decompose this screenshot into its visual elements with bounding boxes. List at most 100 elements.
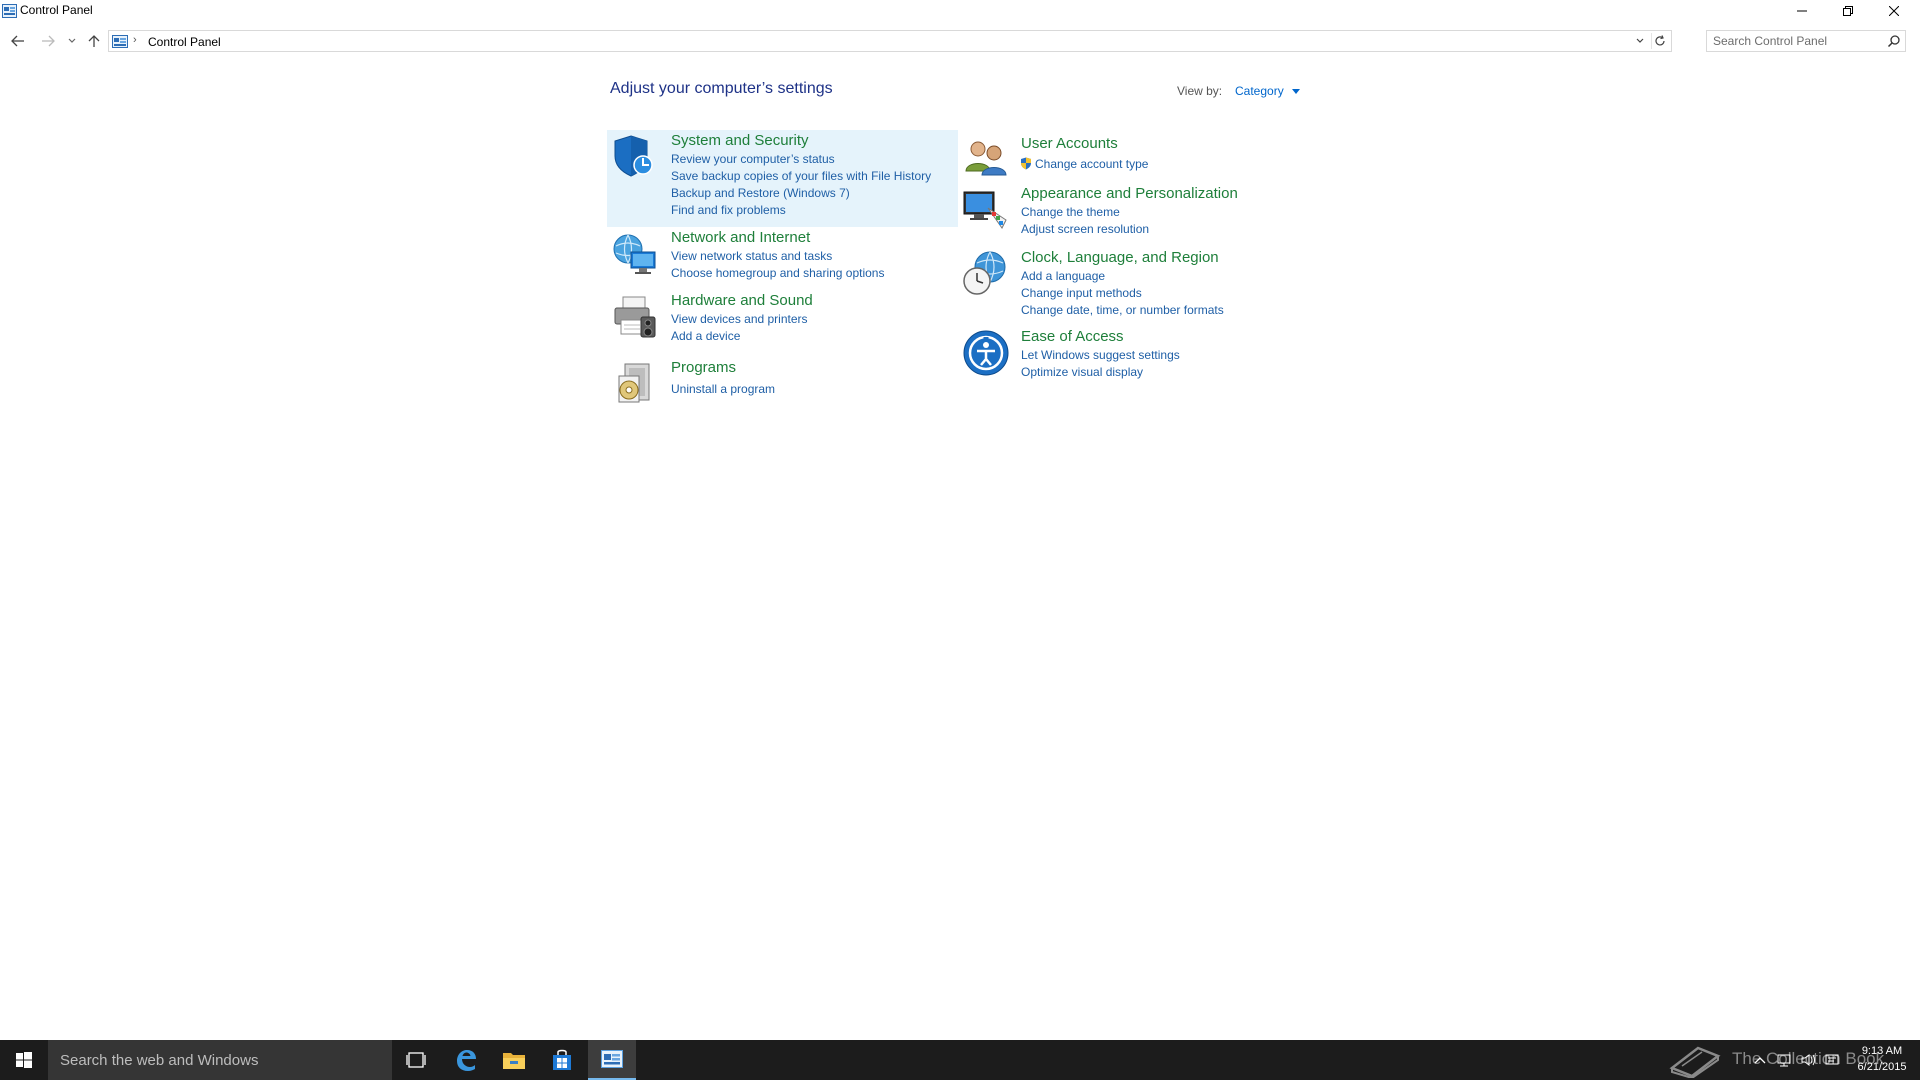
printer-speaker-icon (614, 296, 656, 338)
search-input[interactable] (1713, 33, 1883, 49)
system-security-shield-icon (614, 135, 653, 177)
address-history-dropdown[interactable] (1633, 34, 1647, 48)
category-title[interactable]: Programs (671, 359, 736, 376)
category-link[interactable]: Add a device (671, 329, 740, 343)
category-title[interactable]: Network and Internet (671, 229, 810, 246)
clock-globe-icon (963, 251, 1006, 295)
chevron-down-icon (1636, 38, 1644, 43)
view-by-value: Category (1235, 84, 1284, 98)
category-link[interactable]: Let Windows suggest settings (1021, 348, 1180, 362)
clock-time: 9:13 AM (1861, 1045, 1903, 1057)
category-ease-of-access[interactable]: Ease of Access Let Windows suggest setti… (958, 327, 1309, 383)
view-by-label: View by: (1177, 84, 1223, 98)
category-link[interactable]: Add a language (1021, 269, 1105, 283)
folder-icon (503, 1053, 525, 1069)
breadcrumb-control-panel[interactable]: Control Panel (148, 35, 221, 49)
arrow-up-icon (88, 35, 100, 47)
restore-button[interactable] (1825, 0, 1871, 22)
category-link[interactable]: Review your computer’s status (671, 152, 835, 166)
category-link[interactable]: Change date, time, or number formats (1021, 303, 1224, 317)
view-by-dropdown[interactable]: Category (1224, 79, 1313, 102)
network-icon[interactable] (1776, 1053, 1792, 1067)
search-icon[interactable] (1887, 34, 1901, 48)
category-link[interactable]: Change input methods (1021, 286, 1142, 300)
chevron-up-icon[interactable] (1752, 1053, 1768, 1067)
category-clock-language-region[interactable]: Clock, Language, and Region Add a langua… (958, 247, 1309, 319)
category-link[interactable]: Adjust screen resolution (1021, 222, 1149, 236)
category-link[interactable]: Save backup copies of your files with Fi… (671, 169, 931, 183)
category-link[interactable]: Choose homegroup and sharing options (671, 266, 884, 280)
category-title[interactable]: User Accounts (1021, 135, 1118, 152)
category-link[interactable]: Change the theme (1021, 205, 1120, 219)
taskbar-search-text[interactable]: Search the web and Windows (60, 1052, 258, 1069)
category-title[interactable]: Hardware and Sound (671, 292, 813, 309)
recent-locations-button[interactable] (62, 31, 82, 51)
arrow-right-icon (42, 35, 55, 47)
back-button[interactable] (8, 31, 28, 51)
close-button[interactable] (1871, 0, 1917, 22)
refresh-button[interactable] (1651, 33, 1667, 49)
edge-icon (457, 1050, 476, 1071)
category-link[interactable]: Backup and Restore (Windows 7) (671, 186, 850, 200)
control-panel-taskbar-button[interactable] (588, 1040, 636, 1080)
change-account-type-link-text[interactable]: Change account type (1035, 157, 1148, 171)
restore-icon (1843, 6, 1853, 16)
window-title: Control Panel (20, 3, 93, 17)
breadcrumb-separator-icon[interactable]: › (133, 34, 137, 46)
monitor-palette-icon (963, 191, 1007, 229)
network-globe-icon (613, 234, 656, 274)
forward-button[interactable] (38, 31, 58, 51)
category-user-accounts[interactable]: User Accounts Change account type (958, 133, 1309, 179)
file-explorer-button[interactable] (490, 1040, 538, 1080)
category-hardware-and-sound[interactable]: Hardware and Sound View devices and prin… (607, 291, 958, 347)
uac-shield-icon (1021, 157, 1031, 170)
control-panel-icon (601, 1050, 623, 1068)
taskbar-search-box[interactable]: Search the web and Windows (48, 1040, 392, 1080)
category-title[interactable]: Appearance and Personalization (1021, 185, 1238, 202)
control-panel-location-icon (112, 35, 128, 48)
refresh-icon (1654, 35, 1665, 46)
windows-logo-icon (16, 1052, 32, 1068)
category-link[interactable]: View network status and tasks (671, 249, 832, 263)
dropdown-arrow-icon (1291, 89, 1300, 94)
title-bar: Control Panel (0, 0, 1920, 22)
store-bag-icon (553, 1049, 571, 1070)
minimize-icon (1797, 10, 1807, 12)
up-button[interactable] (84, 31, 104, 51)
watermark: The Collection Book (1668, 1044, 1884, 1080)
category-link[interactable]: View devices and printers (671, 312, 808, 326)
action-center-icon[interactable] (1824, 1053, 1840, 1067)
category-link[interactable]: Find and fix problems (671, 203, 786, 217)
taskbar-clock[interactable]: 9:13 AM 6/21/2015 (1852, 1043, 1912, 1075)
users-icon (965, 141, 1007, 176)
navigation-bar: › Control Panel (0, 28, 1920, 54)
ease-of-access-icon (963, 330, 1009, 376)
address-bar[interactable]: › Control Panel (108, 30, 1672, 52)
edge-browser-button[interactable] (442, 1040, 490, 1080)
search-control-panel-box[interactable] (1706, 30, 1906, 52)
minimize-button[interactable] (1779, 0, 1825, 22)
clock-date: 6/21/2015 (1857, 1061, 1907, 1073)
category-title[interactable]: Ease of Access (1021, 328, 1124, 345)
task-view-icon (406, 1052, 426, 1068)
taskbar: Search the web and Windows The Collectio… (0, 1040, 1920, 1080)
category-link[interactable]: Uninstall a program (671, 382, 775, 396)
control-panel-icon (2, 4, 17, 18)
volume-icon[interactable] (1800, 1053, 1816, 1067)
programs-disc-icon (618, 363, 650, 403)
arrow-left-icon (11, 35, 24, 47)
category-network-and-internet[interactable]: Network and Internet View network status… (607, 228, 958, 284)
category-title[interactable]: Clock, Language, and Region (1021, 249, 1219, 266)
category-system-and-security[interactable]: System and Security Review your computer… (607, 130, 958, 227)
start-button[interactable] (0, 1040, 48, 1080)
task-view-button[interactable] (392, 1040, 440, 1080)
category-programs[interactable]: Programs Uninstall a program (607, 358, 958, 406)
book-logo-icon (1669, 1046, 1721, 1078)
category-title[interactable]: System and Security (671, 132, 809, 149)
category-link-with-shield[interactable]: Change account type (1020, 157, 1148, 171)
chevron-down-icon (68, 38, 76, 43)
store-button[interactable] (538, 1040, 586, 1080)
category-appearance-and-personalization[interactable]: Appearance and Personalization Change th… (958, 184, 1309, 240)
category-link[interactable]: Optimize visual display (1021, 365, 1143, 379)
close-icon (1889, 6, 1899, 16)
